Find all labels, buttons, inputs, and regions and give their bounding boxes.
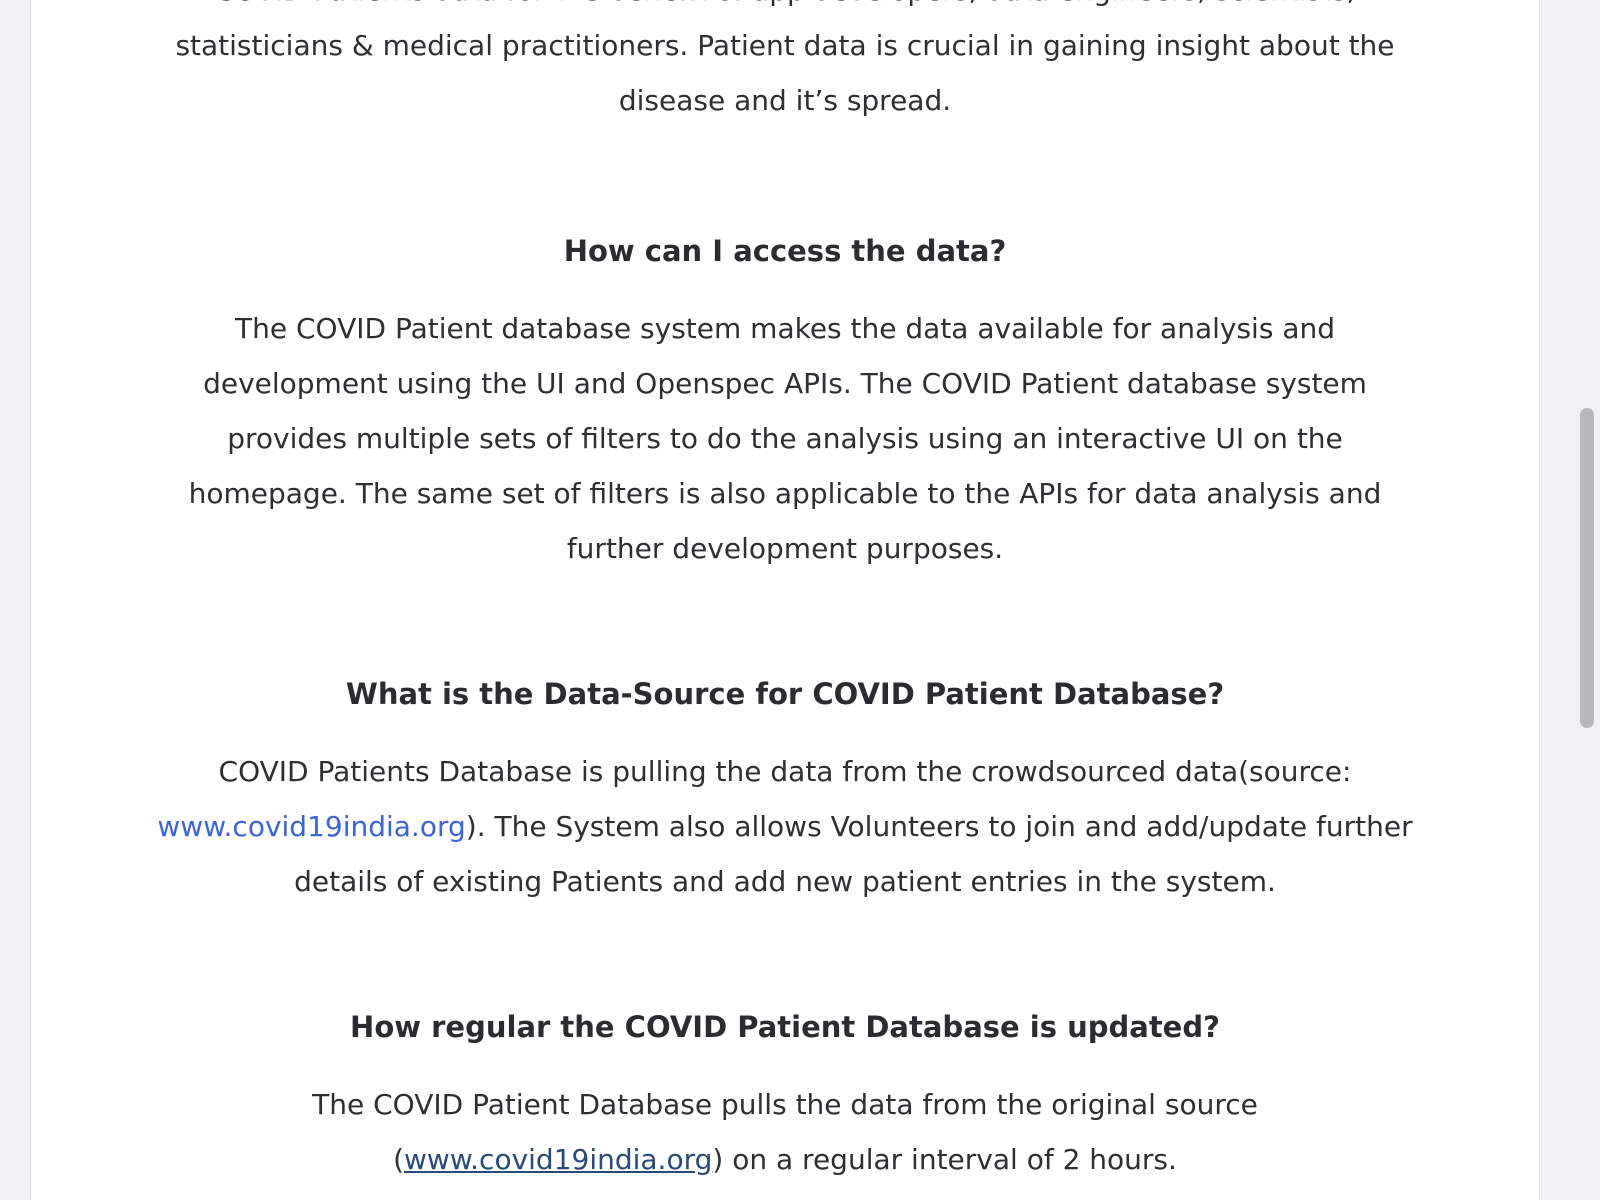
scrollbar-track[interactable] [1572, 0, 1600, 1200]
update-line: The COVID Patient Database pulls the dat… [312, 1088, 1258, 1121]
source-line-rest: ). The System also allows Volunteers to … [465, 810, 1413, 843]
intro-line: COVID Patients data for the benefit of a… [91, 0, 1479, 18]
source-line: COVID Patients Database is pulling the d… [218, 755, 1352, 788]
covid19india-link-underlined[interactable]: www.covid19india.org [404, 1143, 712, 1176]
scrollbar-thumb[interactable] [1580, 408, 1594, 728]
update-line: (www.covid19india.org) on a regular inte… [91, 1132, 1479, 1187]
source-line: www.covid19india.org). The System also a… [61, 799, 1509, 854]
update-section: How regular the COVID Patient Database i… [91, 1007, 1479, 1187]
update-heading: How regular the COVID Patient Database i… [350, 1010, 1220, 1044]
source-heading: What is the Data-Source for COVID Patien… [345, 677, 1225, 711]
source-line: details of existing Patients and add new… [294, 865, 1276, 898]
access-section: How can I access the data? The COVID Pat… [91, 231, 1479, 576]
access-line: further development purposes. [566, 532, 1004, 565]
covid19india-link[interactable]: www.covid19india.org [157, 810, 465, 843]
intro-line: disease and it’s spread. [618, 84, 952, 117]
page-content: COVID Patients data for the benefit of a… [30, 0, 1540, 1200]
access-heading: How can I access the data? [563, 234, 1007, 268]
access-line: The COVID Patient database system makes … [235, 312, 1335, 345]
source-section: What is the Data-Source for COVID Patien… [91, 674, 1479, 909]
access-line: provides multiple sets of filters to do … [227, 422, 1343, 455]
intro-paragraph: COVID Patients data for the benefit of a… [91, 0, 1479, 128]
paren-open: ( [393, 1143, 405, 1176]
update-line-rest: ) on a regular interval of 2 hours. [712, 1143, 1177, 1176]
intro-line: statisticians & medical practitioners. P… [175, 29, 1395, 62]
access-line: homepage. The same set of filters is als… [188, 477, 1382, 510]
access-line: development using the UI and Openspec AP… [203, 367, 1367, 400]
